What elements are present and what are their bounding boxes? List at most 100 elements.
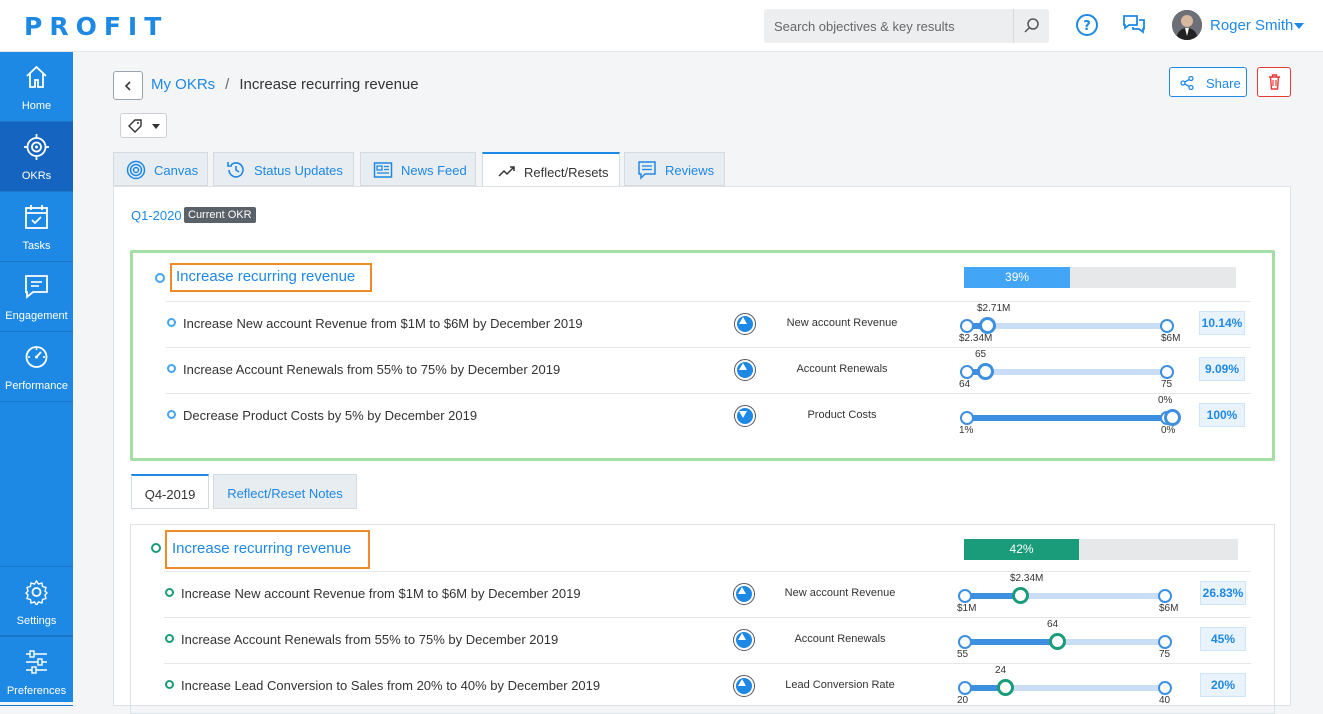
key-result-slider[interactable]: 55 75 64 xyxy=(957,618,1180,664)
delete-button[interactable] xyxy=(1257,67,1291,97)
tab-status-updates[interactable]: Status Updates xyxy=(213,152,354,186)
quarter-label[interactable]: Q1-2020 xyxy=(131,208,182,223)
slider-start-label: 64 xyxy=(959,379,971,390)
objective-title[interactable]: Increase recurring revenue xyxy=(176,268,355,285)
slider-start-knob xyxy=(960,411,974,425)
app-logo[interactable]: PROFIT xyxy=(24,12,168,41)
messages-icon[interactable] xyxy=(1122,14,1146,41)
slider-start-knob xyxy=(958,589,972,603)
sidebar-item-preferences[interactable]: Preferences xyxy=(0,636,73,706)
sidebar-item-okrs[interactable]: OKRs xyxy=(0,122,73,192)
arrow-up-icon xyxy=(733,583,755,605)
gear-icon xyxy=(25,579,48,605)
slider-current-knob[interactable] xyxy=(1012,587,1029,604)
newspaper-icon xyxy=(373,162,393,178)
key-result-metric: Account Renewals xyxy=(794,633,886,645)
sidebar-item-engagement[interactable]: Engagement xyxy=(0,262,73,332)
objective-progress-fill: 39% xyxy=(964,267,1071,288)
user-name: Roger Smith xyxy=(1210,17,1294,34)
help-icon[interactable]: ? xyxy=(1075,13,1099,42)
key-result-slider[interactable]: $2.34M $6M $2.71M xyxy=(959,302,1182,348)
tab-q4-2019[interactable]: Q4-2019 xyxy=(131,474,209,509)
key-result-percent: 9.09% xyxy=(1199,357,1245,381)
tab-canvas[interactable]: Canvas xyxy=(113,152,208,186)
tab-label: Q4-2019 xyxy=(144,487,196,502)
key-result-percent: 26.83% xyxy=(1200,581,1246,605)
arrow-up-icon xyxy=(734,313,756,335)
search-button[interactable] xyxy=(1013,9,1049,43)
key-result-text[interactable]: Decrease Product Costs by 5% by December… xyxy=(183,408,477,423)
key-result-percent: 100% xyxy=(1199,403,1245,427)
slider-start-label: 20 xyxy=(957,695,969,706)
key-result-metric: New account Revenue xyxy=(784,587,896,599)
back-button[interactable] xyxy=(113,71,143,100)
objective-title[interactable]: Increase recurring revenue xyxy=(172,540,351,557)
slider-current-knob[interactable] xyxy=(1164,409,1181,426)
tab-reflect-reset-notes[interactable]: Reflect/Reset Notes xyxy=(213,474,357,509)
slider-current-knob[interactable] xyxy=(977,363,994,380)
key-result-status-dot xyxy=(165,680,174,689)
slider-current-knob[interactable] xyxy=(1049,633,1066,650)
key-result-status-dot xyxy=(165,634,174,643)
sidebar-item-performance[interactable]: Performance xyxy=(0,332,73,402)
slider-fill xyxy=(967,415,1173,421)
tab-news-feed[interactable]: News Feed xyxy=(360,152,476,186)
slider-start-knob xyxy=(958,681,972,695)
key-result-slider[interactable]: 20 40 24 xyxy=(957,664,1180,710)
review-icon xyxy=(638,161,656,180)
history-icon xyxy=(227,162,244,178)
tab-label: Reflect/Resets xyxy=(524,165,609,180)
key-result-slider[interactable]: 1% 0% 0% xyxy=(959,394,1182,440)
slider-start-knob xyxy=(958,635,972,649)
key-result-percent: 10.14% xyxy=(1199,311,1245,335)
slider-start-label: $2.34M xyxy=(959,333,993,344)
slider-current-knob[interactable] xyxy=(997,679,1014,696)
tab-reviews[interactable]: Reviews xyxy=(624,152,725,186)
key-result-slider[interactable]: 64 75 65 xyxy=(959,348,1182,394)
key-result-text[interactable]: Increase New account Revenue from $1M to… xyxy=(183,316,583,331)
objective-progress-fill: 42% xyxy=(964,539,1080,560)
slider-end-knob xyxy=(1158,635,1172,649)
key-result-text[interactable]: Increase Account Renewals from 55% to 75… xyxy=(181,632,558,647)
key-result-row: Decrease Product Costs by 5% by December… xyxy=(166,393,1251,439)
key-result-slider[interactable]: $1M $6M $2.34M xyxy=(957,572,1180,618)
slider-current-knob[interactable] xyxy=(979,317,996,334)
tag-dropdown[interactable] xyxy=(120,113,167,138)
slider-end-knob xyxy=(1160,319,1174,333)
key-result-percent: 45% xyxy=(1200,627,1246,651)
slider-current-label: 65 xyxy=(975,349,987,360)
sidebar: Home OKRs Tasks Engagement Performance S… xyxy=(0,52,73,706)
breadcrumb: My OKRs / Increase recurring revenue xyxy=(151,76,419,93)
sidebar-item-home[interactable]: Home xyxy=(0,52,73,122)
tab-reflect-resets[interactable]: Reflect/Resets xyxy=(482,152,620,187)
main-content: My OKRs / Increase recurring revenue Share… xyxy=(73,52,1323,714)
key-result-status-dot xyxy=(167,364,176,373)
slider-end-label: 0% xyxy=(1161,425,1176,436)
chat-icon xyxy=(25,275,48,299)
tab-label: Status Updates xyxy=(254,163,343,178)
key-result-metric: New account Revenue xyxy=(786,317,898,329)
tab-label: Canvas xyxy=(154,163,199,178)
sidebar-item-tasks[interactable]: Tasks xyxy=(0,192,73,262)
key-result-metric: Account Renewals xyxy=(796,363,888,375)
breadcrumb-link-my-okrs[interactable]: My OKRs xyxy=(151,76,215,93)
gauge-icon xyxy=(25,346,48,368)
slider-fill xyxy=(965,639,1058,645)
key-result-status-dot xyxy=(165,588,174,597)
slider-current-label: $2.34M xyxy=(1010,573,1044,584)
slider-track xyxy=(967,369,1173,375)
trash-icon xyxy=(1269,74,1280,90)
slider-end-label: $6M xyxy=(1161,333,1181,344)
search-input[interactable] xyxy=(764,9,1014,43)
key-result-text[interactable]: Increase New account Revenue from $1M to… xyxy=(181,586,581,601)
slider-start-label: $1M xyxy=(957,603,977,614)
sidebar-item-settings[interactable]: Settings xyxy=(0,566,73,636)
key-result-text[interactable]: Increase Account Renewals from 55% to 75… xyxy=(183,362,560,377)
key-result-text[interactable]: Increase Lead Conversion to Sales from 2… xyxy=(181,678,600,693)
chevron-left-icon xyxy=(124,81,131,91)
objective-status-dot xyxy=(151,543,161,553)
slider-start-knob xyxy=(960,319,974,333)
share-label: Share xyxy=(1206,76,1241,91)
slider-current-label: 64 xyxy=(1047,619,1059,630)
share-button[interactable]: Share xyxy=(1169,67,1247,97)
